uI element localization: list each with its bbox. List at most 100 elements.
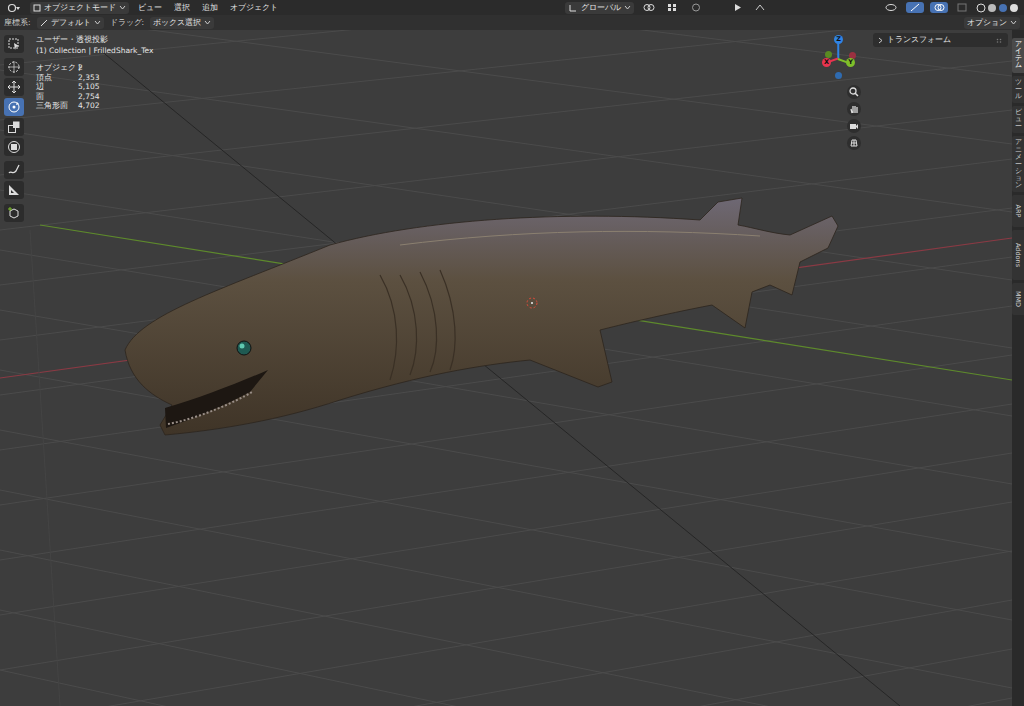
3d-viewport[interactable]: ユーザー・透視投影(1) Collection | FrilledShark_T…: [0, 30, 1012, 706]
ortho-button[interactable]: [847, 136, 861, 150]
cursor-icon: [7, 60, 21, 74]
snap-grid-icon: [667, 3, 679, 12]
chevron-down-icon: [204, 20, 211, 25]
xray-icon: [957, 3, 967, 12]
gizmo-axis[interactable]: X: [822, 58, 831, 67]
keying-button[interactable]: [751, 2, 769, 13]
viewport-info: ユーザー・透視投影(1) Collection | FrilledShark_T…: [36, 35, 153, 111]
frilled-shark-model[interactable]: [125, 198, 838, 435]
zoom-button[interactable]: [847, 85, 861, 99]
shading-modes-icon: [976, 3, 1020, 13]
grid-line: [0, 670, 1012, 706]
stat-value: 2: [78, 63, 153, 73]
chevron-down-icon: [94, 20, 101, 25]
negative-z-axis[interactable]: [835, 72, 842, 79]
object-mode-icon: [33, 4, 41, 12]
gizmo-axis[interactable]: Y: [846, 58, 855, 67]
sidebar-tab[interactable]: ツール: [1012, 76, 1024, 103]
drag-dropdown[interactable]: ボックス選択: [150, 17, 214, 29]
grid-line: [0, 551, 1012, 706]
grid-line: [0, 502, 1012, 670]
add-cube-icon: [7, 206, 21, 220]
collection-name: (1) Collection | FrilledShark_Tex: [36, 46, 153, 56]
select-box-tool[interactable]: [4, 35, 24, 53]
grid-line: [0, 550, 1012, 706]
play-button[interactable]: [730, 2, 745, 13]
select-box-icon: [7, 37, 21, 51]
proportional-edit-button[interactable]: [688, 2, 704, 13]
pivot-button[interactable]: [640, 2, 658, 13]
navigation-gizmo[interactable]: Z X Y: [818, 35, 860, 81]
annotate-tool[interactable]: [4, 161, 24, 179]
overlay-toggle[interactable]: [930, 2, 948, 13]
sidebar-tab[interactable]: ビュー: [1012, 106, 1024, 133]
move-tool[interactable]: [4, 78, 24, 96]
editor-type-button[interactable]: [4, 2, 24, 14]
visibility-icon: [885, 3, 897, 12]
grid-line: [0, 430, 1012, 620]
drag-label: ドラッグ:: [110, 18, 145, 28]
transform-tool[interactable]: [4, 138, 24, 156]
proportional-icon: [691, 3, 701, 12]
sidebar-tab[interactable]: MMD: [1012, 283, 1024, 315]
scale-tool[interactable]: [4, 118, 24, 136]
stat-value: 2,353: [78, 73, 153, 83]
viewport-header: オブジェクトモードビュー選択追加オブジェクト グローバル: [0, 0, 1024, 15]
chevron-down-icon: [624, 5, 631, 10]
xray-toggle[interactable]: [954, 2, 970, 13]
transform-panel-header[interactable]: トランスフォーム: [873, 33, 1008, 47]
gizmo-axis[interactable]: Z: [834, 35, 843, 44]
cursor-tool[interactable]: [4, 58, 24, 76]
grid-line: [0, 610, 1012, 706]
grid-line: [0, 453, 1012, 615]
grip-icon: [996, 38, 1004, 43]
z-axis-stem: [837, 43, 839, 59]
chevron-down-icon: [119, 5, 126, 10]
transform-orientation-dropdown[interactable]: グローバル: [565, 2, 634, 14]
3d-cursor-icon[interactable]: [527, 298, 537, 308]
sidebar-tab[interactable]: アニメーション: [1012, 136, 1024, 192]
viewport-editor-icon: [7, 3, 21, 13]
sidebar-tab[interactable]: Addons: [1012, 230, 1024, 280]
stat-label: 面: [36, 92, 78, 102]
tool-settings-bar: 座標系:デフォルトドラッグ:ボックス選択オプション: [0, 15, 1024, 30]
scale-icon: [7, 120, 21, 134]
shading-buttons[interactable]: [976, 3, 1020, 13]
sidebar-tab[interactable]: アイテム: [1012, 38, 1024, 73]
pan-button[interactable]: [847, 102, 861, 116]
scene-canvas: [0, 30, 1012, 706]
gizmo-toggle[interactable]: [906, 2, 924, 13]
options-dropdown[interactable]: オプション: [964, 17, 1020, 29]
menu-item[interactable]: 選択: [171, 2, 193, 14]
blender-window: オブジェクトモードビュー選択追加オブジェクトグローバル座標系:デフォルトドラッグ…: [0, 0, 1024, 706]
camera-button[interactable]: [847, 119, 861, 133]
scene-statistics: オブジェクト2頂点2,353辺5,105面2,754三角形面4,702: [36, 63, 153, 111]
sidebar-tabs: アイテムツールビューアニメーション ARP Addons MMD: [1012, 30, 1024, 706]
view-name: ユーザー・透視投影: [36, 35, 153, 45]
grid-line: [0, 649, 1012, 706]
orientation-dropdown[interactable]: デフォルト: [37, 17, 104, 29]
rotate-tool[interactable]: [4, 98, 24, 116]
menu-item[interactable]: 追加: [199, 2, 221, 14]
orientation-icon: [40, 19, 48, 27]
stat-label: 三角形面: [36, 101, 78, 111]
add-cube-tool[interactable]: [4, 204, 24, 222]
snap-button[interactable]: [664, 2, 682, 13]
hand-icon: [849, 104, 859, 114]
grid-line: [0, 30, 1012, 120]
menu-item[interactable]: オブジェクト: [227, 2, 281, 14]
chevron-down-icon: [1010, 20, 1017, 25]
grid-line: [0, 698, 1012, 706]
camera-line: [100, 50, 900, 706]
grid-icon: [849, 138, 859, 148]
negative-y-axis[interactable]: [825, 51, 832, 58]
visibility-button[interactable]: [882, 2, 900, 13]
camera-icon: [849, 121, 859, 131]
mode-dropdown[interactable]: オブジェクトモード: [30, 2, 129, 14]
sidebar-tab[interactable]: ARP: [1012, 195, 1024, 227]
transform-icon: [7, 140, 21, 154]
keying-icon: [754, 3, 766, 12]
grid-line: [0, 61, 1012, 175]
measure-tool[interactable]: [4, 181, 24, 199]
menu-item[interactable]: ビュー: [135, 2, 165, 14]
